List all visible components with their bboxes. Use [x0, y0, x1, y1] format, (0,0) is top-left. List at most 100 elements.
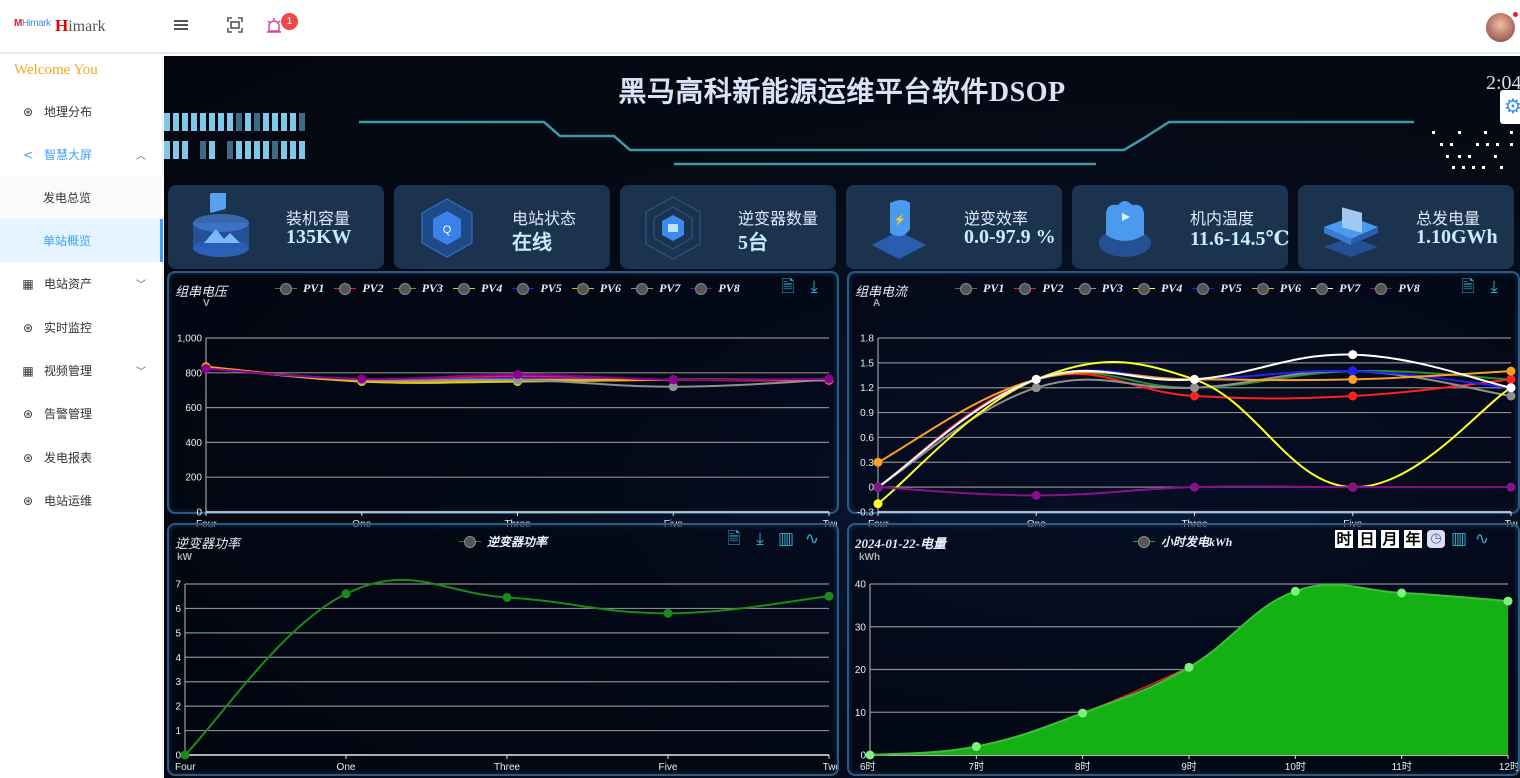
sidebar-item-realtime-monitor[interactable]: ⊛ 实时监控: [0, 306, 163, 349]
legend-item[interactable]: PV5: [1192, 281, 1242, 296]
legend-item[interactable]: PV5: [512, 281, 562, 296]
data-point[interactable]: [357, 374, 367, 384]
sidebar-item-generation-overview[interactable]: 发电总览: [0, 176, 163, 219]
data-point[interactable]: [1506, 391, 1516, 401]
inverter-count-value: 5台: [738, 232, 768, 254]
data-point[interactable]: [824, 374, 834, 384]
data-point[interactable]: [513, 370, 522, 380]
legend-item[interactable]: PV4: [453, 281, 502, 296]
data-point[interactable]: [865, 750, 875, 760]
sidebar-item-generation-report[interactable]: ⊛ 发电报表: [0, 436, 163, 479]
y-tick-label: 0.3: [860, 458, 874, 469]
data-point[interactable]: [1506, 482, 1516, 492]
sidebar-item-geo-distribution[interactable]: ⊛ 地理分布: [0, 90, 163, 133]
data-point[interactable]: [1031, 490, 1041, 500]
legend-item[interactable]: PV3: [1073, 281, 1123, 296]
legend-item[interactable]: PV6: [571, 281, 621, 296]
year-button[interactable]: 年: [1404, 530, 1422, 548]
legend-item[interactable]: PV6: [1251, 281, 1301, 296]
data-point[interactable]: [502, 592, 512, 602]
y-tick-label: 6: [175, 604, 181, 615]
legend-item[interactable]: 小时发电kWh: [1133, 533, 1232, 550]
data-point[interactable]: [1190, 391, 1199, 401]
legend-swatch: [631, 282, 654, 295]
y-tick-label: 10: [855, 708, 867, 719]
legend-item[interactable]: PV1: [955, 281, 1004, 296]
data-view-icon[interactable]: 🗎: [1459, 277, 1477, 297]
legend-item[interactable]: PV2: [334, 281, 384, 296]
sidebar-item-alarm-management[interactable]: ⊛ 告警管理: [0, 392, 163, 435]
data-point[interactable]: [1348, 350, 1358, 360]
data-point[interactable]: [668, 375, 678, 385]
data-point[interactable]: [1190, 374, 1199, 384]
line-chart-icon[interactable]: ∿: [1473, 529, 1491, 549]
data-point[interactable]: [1348, 391, 1358, 401]
hour-button[interactable]: 时: [1335, 530, 1353, 548]
chart-toolbox: 🗎 ⤓ ▥ ∿: [725, 529, 821, 549]
legend-swatch: [955, 282, 977, 295]
legend-item[interactable]: PV2: [1014, 281, 1064, 296]
data-point[interactable]: [1397, 588, 1407, 598]
legend-swatch: [275, 282, 297, 295]
bar-chart-icon[interactable]: ▥: [777, 529, 795, 549]
data-point[interactable]: [1348, 482, 1358, 492]
data-point[interactable]: [873, 499, 883, 509]
chart-legend: PV1 PV2 PV3 PV4 PV5 PV6 PV7 PV8: [275, 281, 744, 296]
fullscreen-icon[interactable]: [226, 16, 246, 36]
data-point[interactable]: [873, 457, 883, 467]
data-point[interactable]: [180, 750, 190, 760]
data-point[interactable]: [873, 482, 883, 492]
sidebar-item-station-assets[interactable]: ▦ 电站资产 ﹀: [0, 262, 163, 305]
legend-item[interactable]: PV7: [1311, 281, 1360, 296]
efficiency-icon: ⚡: [872, 200, 926, 259]
hamburger-icon[interactable]: [172, 16, 192, 36]
sidebar-item-smart-screen[interactable]: < 智慧大屏 ︿: [0, 133, 163, 176]
line-chart-icon[interactable]: ∿: [803, 529, 821, 549]
bar-chart-icon[interactable]: ▥: [1450, 529, 1468, 549]
data-point[interactable]: [1031, 374, 1041, 384]
legend-label: PV1: [303, 281, 325, 295]
legend-item[interactable]: 逆变器功率: [459, 533, 547, 550]
data-point[interactable]: [1506, 374, 1516, 384]
legend-item[interactable]: PV1: [275, 281, 324, 296]
user-avatar[interactable]: [1486, 13, 1515, 42]
download-icon[interactable]: ⤓: [805, 277, 823, 297]
month-button[interactable]: 月: [1381, 530, 1399, 548]
day-button[interactable]: 日: [1358, 530, 1376, 548]
data-point[interactable]: [1503, 596, 1513, 606]
download-icon[interactable]: ⤓: [751, 529, 769, 549]
clock-icon[interactable]: ◷: [1427, 530, 1445, 548]
sidebar-item-station-overview[interactable]: 单站概览: [0, 219, 163, 262]
y-axis-unit: kW: [177, 552, 192, 563]
legend-item[interactable]: PV8: [1370, 281, 1420, 296]
data-point[interactable]: [1190, 383, 1199, 393]
data-point[interactable]: [1190, 482, 1199, 492]
data-point[interactable]: [1078, 708, 1088, 718]
data-view-icon[interactable]: 🗎: [779, 277, 797, 297]
y-tick-label: 1.5: [860, 358, 874, 369]
y-tick-label: -0.3: [857, 508, 875, 519]
data-point[interactable]: [1031, 383, 1041, 393]
data-point[interactable]: [1348, 366, 1358, 376]
status-icon: Q: [421, 198, 473, 258]
efficiency-value: 0.0-97.9 %: [964, 226, 1056, 248]
legend-item[interactable]: PV8: [690, 281, 740, 296]
data-point[interactable]: [663, 608, 673, 618]
legend-item[interactable]: PV7: [631, 281, 680, 296]
data-point[interactable]: [1506, 366, 1516, 376]
download-icon[interactable]: ⤓: [1485, 277, 1503, 297]
data-point[interactable]: [341, 589, 351, 599]
y-axis-unit: kWh: [859, 552, 881, 563]
legend-item[interactable]: PV4: [1133, 281, 1182, 296]
data-point[interactable]: [1506, 383, 1516, 393]
sidebar-item-video-management[interactable]: ▦ 视频管理 ﹀: [0, 349, 163, 392]
data-point[interactable]: [1184, 662, 1194, 672]
data-point[interactable]: [201, 363, 211, 373]
legend-item[interactable]: PV3: [393, 281, 443, 296]
data-point[interactable]: [824, 591, 834, 601]
data-point[interactable]: [1348, 374, 1358, 384]
data-point[interactable]: [971, 741, 981, 751]
data-view-icon[interactable]: 🗎: [725, 529, 743, 549]
data-point[interactable]: [1290, 586, 1300, 596]
sidebar-item-station-maintenance[interactable]: ⊛ 电站运维: [0, 479, 163, 522]
